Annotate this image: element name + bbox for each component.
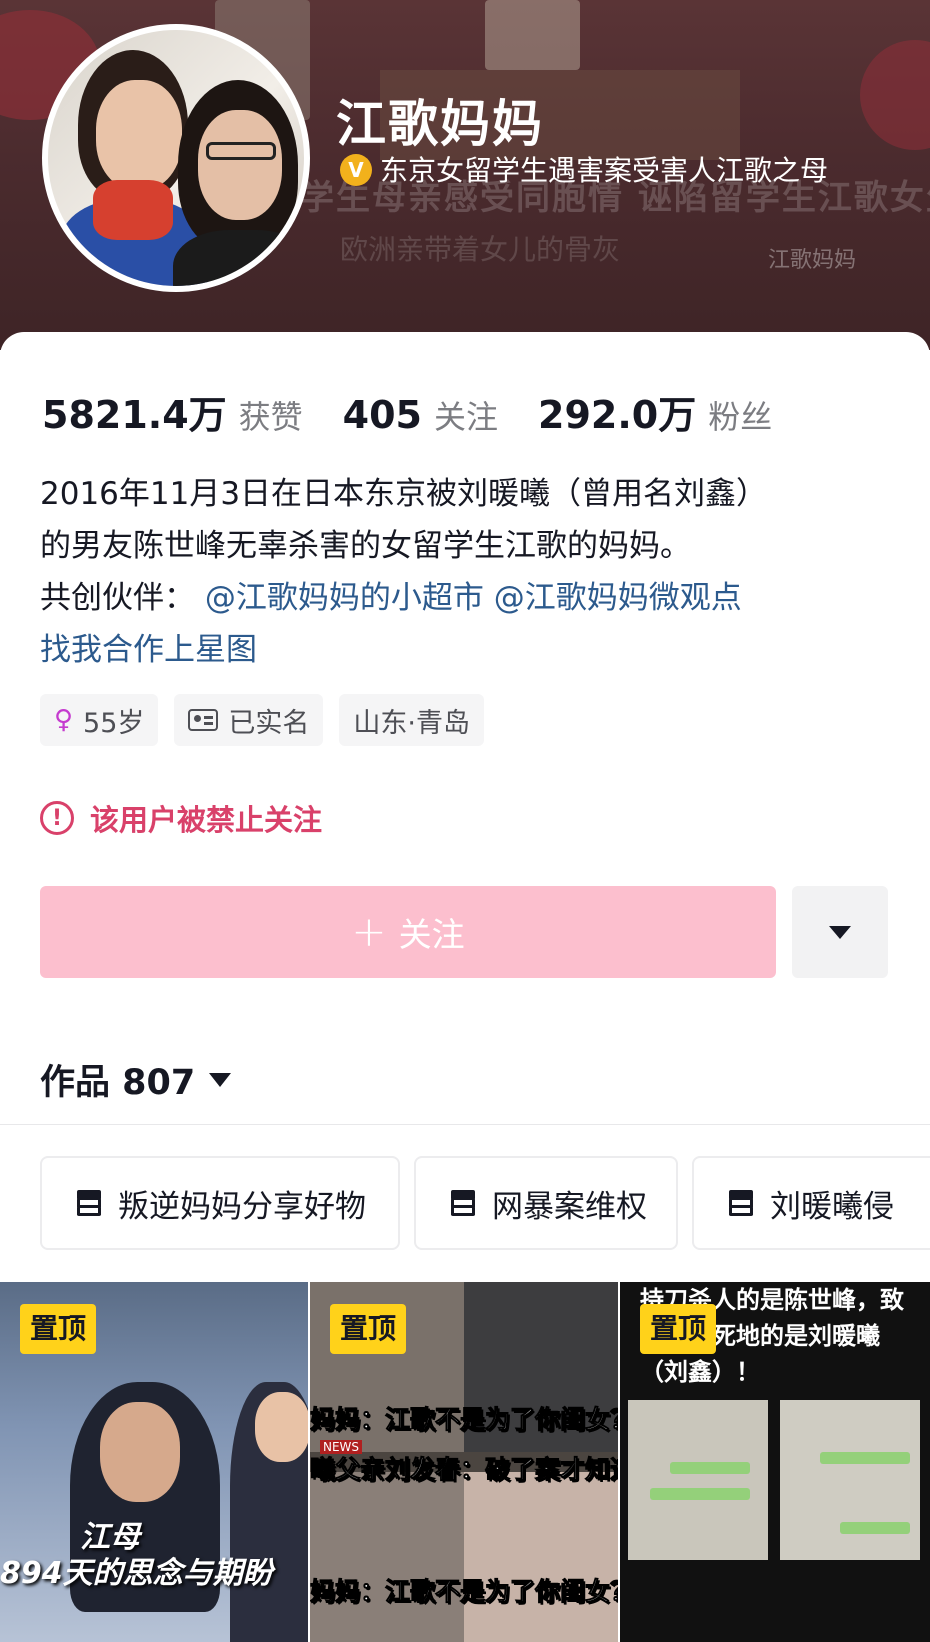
follow-label: 关注	[398, 915, 465, 954]
bio-line: 的男友陈世峰无辜杀害的女留学生江歌的妈妈。	[40, 528, 691, 564]
divider	[0, 1124, 930, 1125]
warning-icon: !	[40, 801, 74, 835]
video-thumbnail[interactable]: 置顶 妈妈：江歌不是为了你闺女？ NEWS 曦父亲刘发春：破了案才知道 妈妈：江…	[310, 1282, 618, 1642]
banner-decoration	[860, 40, 930, 150]
thumb-figure	[255, 1392, 308, 1462]
avatar-figure	[206, 142, 276, 160]
chat-bubble	[650, 1488, 750, 1500]
bio-partners: 共创伙伴： @江歌妈妈的小超市 @江歌妈妈微观点	[40, 572, 900, 624]
age-label: 55岁	[83, 707, 145, 739]
chat-bubble	[670, 1462, 750, 1474]
following-label[interactable]: 关注	[434, 392, 498, 438]
collections-row: 叛逆妈妈分享好物 网暴案维权 刘暖曦侵	[40, 1156, 930, 1250]
verification-text: 东京女留学生遇害案受害人江歌之母	[380, 154, 829, 187]
avatar-figure	[93, 180, 173, 240]
id-card-icon	[188, 709, 219, 731]
follow-banned-notice: ! 该用户被禁止关注	[40, 797, 322, 839]
thumb-figure	[100, 1402, 180, 1502]
realname-label: 已实名	[228, 707, 310, 739]
collection-chip[interactable]: 刘暖曦侵	[692, 1156, 930, 1250]
follow-button[interactable]: + 关注	[40, 886, 776, 978]
thumb-panel	[310, 1472, 464, 1642]
partners-label: 共创伙伴：	[40, 580, 195, 616]
chat-bubble	[840, 1522, 910, 1534]
works-tab[interactable]: 作品 807	[40, 1054, 232, 1105]
caret-down-icon	[829, 925, 851, 939]
partner-link[interactable]: @江歌妈妈微观点	[494, 580, 742, 616]
chat-screenshot	[780, 1400, 920, 1560]
video-thumbnail[interactable]: 置顶 江母 894天的思念与期盼	[0, 1282, 308, 1642]
banner-overlay-text: 欧洲亲带着女儿的骨灰	[340, 233, 621, 266]
profile-tags: ♀ 55岁 已实名 山东·青岛	[40, 694, 484, 746]
bio: 2016年11月3日在日本东京被刘暖曦（曾用名刘鑫） 的男友陈世峰无辜杀害的女留…	[40, 468, 900, 676]
profile-card: 5821.4万 获赞 405 关注 292.0万 粉丝 2016年11月3日在日…	[0, 332, 930, 1642]
avatar[interactable]	[42, 24, 310, 292]
location-tag: 山东·青岛	[339, 694, 484, 746]
works-label: 作品 807	[40, 1063, 196, 1103]
followers-label[interactable]: 粉丝	[708, 392, 772, 438]
avatar-figure	[96, 80, 182, 190]
banner-decoration	[485, 0, 580, 70]
verified-badge-icon: V	[340, 154, 372, 186]
layers-icon	[448, 1188, 478, 1218]
collection-label: 网暴案维权	[492, 1188, 647, 1225]
collection-chip[interactable]: 网暴案维权	[414, 1156, 678, 1250]
banner-watermark: 江歌妈妈	[768, 248, 857, 273]
followers-count[interactable]: 292.0万	[538, 384, 696, 439]
plus-icon: +	[351, 907, 387, 956]
video-caption: 894天的思念与期盼	[0, 1556, 273, 1591]
banned-text: 该用户被禁止关注	[90, 803, 323, 837]
pinned-badge: 置顶	[640, 1304, 717, 1354]
profile-name: 江歌妈妈	[336, 95, 544, 153]
age-tag: ♀ 55岁	[40, 694, 159, 746]
location-label: 山东·青岛	[353, 707, 470, 739]
video-thumbnail[interactable]: 持刀杀人的是陈世峰，致江歌于死地的是刘暖曦（刘鑫）！ 置顶	[620, 1282, 930, 1642]
likes-count[interactable]: 5821.4万	[42, 384, 227, 439]
chat-bubble	[820, 1452, 910, 1464]
pinned-badge: 置顶	[330, 1304, 407, 1354]
layers-icon	[726, 1188, 756, 1218]
star-map-link[interactable]: 找我合作上星图	[40, 624, 900, 676]
thumb-panel	[464, 1472, 618, 1642]
following-count[interactable]: 405	[343, 393, 422, 437]
stats-row: 5821.4万 获赞 405 关注 292.0万 粉丝	[42, 384, 812, 439]
likes-label[interactable]: 获赞	[239, 392, 303, 438]
video-grid: 置顶 江母 894天的思念与期盼 置顶 妈妈：江歌不是为了你闺女？ NEWS 曦…	[0, 1282, 930, 1642]
caret-down-icon	[209, 1072, 232, 1087]
more-dropdown-button[interactable]	[792, 886, 888, 978]
layers-icon	[74, 1188, 104, 1218]
video-caption: 妈妈：江歌不是为了你闺女？	[310, 1405, 618, 1435]
video-caption: 曦父亲刘发春：破了案才知道	[310, 1455, 618, 1485]
video-caption: 妈妈：江歌不是为了你闺女？	[310, 1577, 618, 1607]
partner-link[interactable]: @江歌妈妈的小超市	[205, 580, 484, 616]
female-icon: ♀	[54, 705, 74, 735]
collection-label: 刘暖曦侵	[770, 1188, 894, 1225]
bio-line: 2016年11月3日在日本东京被刘暖曦（曾用名刘鑫）	[40, 476, 768, 512]
realname-tag: 已实名	[174, 694, 324, 746]
avatar-figure	[173, 230, 304, 286]
collection-chip[interactable]: 叛逆妈妈分享好物	[40, 1156, 400, 1250]
pinned-badge: 置顶	[20, 1304, 97, 1354]
chat-screenshot	[628, 1400, 768, 1560]
collection-label: 叛逆妈妈分享好物	[118, 1188, 366, 1225]
avatar-figure	[198, 110, 282, 220]
